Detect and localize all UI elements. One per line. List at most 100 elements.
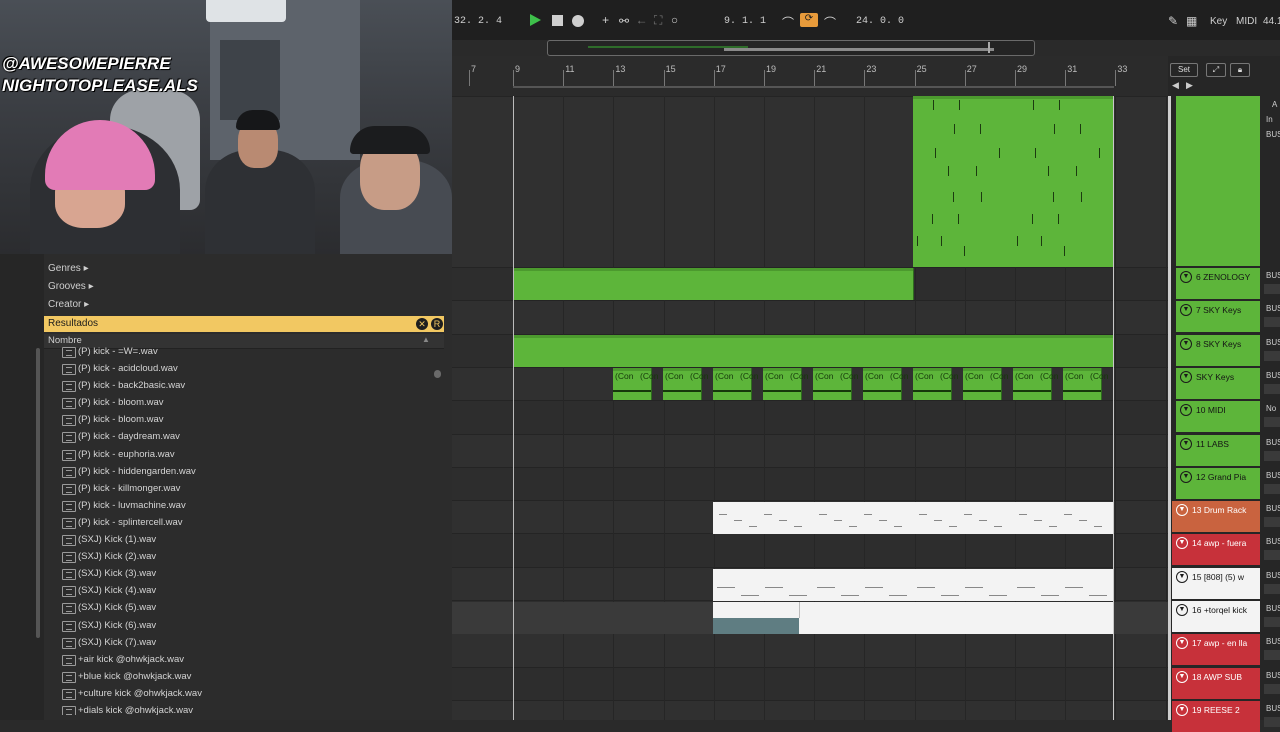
consolidated-clip[interactable]: (Con [638,368,658,400]
link-icon[interactable]: ⚯ [619,14,629,29]
list-item[interactable]: (SXJ) Kick (3).wav [44,565,440,582]
arrangement-view[interactable]: (Con (Con (Con (Con (Con (Con (Con (Con (Con (Con… [452,96,1168,720]
track-lane[interactable] [452,533,1168,568]
fold-icon[interactable]: ▼ [1180,337,1192,350]
list-item[interactable]: (P) kick - back2basic.wav [44,377,440,394]
song-position[interactable]: 32. 2. 4 [454,16,502,27]
consolidated-clip[interactable]: (Con [913,368,939,400]
track-output-label[interactable]: BUS [1266,504,1280,513]
808-clip[interactable] [1013,569,1114,601]
track-header[interactable]: ▼ 13 Drum Rack [1172,501,1260,533]
loop-start[interactable]: 9. 1. 1 [724,16,766,27]
track-output-label[interactable]: BUS [1266,537,1280,546]
track-header[interactable]: ▼ 17 awp - en lla [1172,634,1260,666]
stop-button[interactable] [552,15,563,26]
808-clip[interactable] [713,569,814,601]
scroll-left-icon[interactable]: ◀ [1172,80,1179,91]
list-item[interactable]: +dials kick @ohwkjack.wav [44,702,440,715]
consolidated-clip[interactable]: (Con [838,368,858,400]
track-lane[interactable] [452,366,1168,401]
punch-in-icon[interactable]: ⌒ [782,14,794,31]
punch-out-icon[interactable]: ⌒ [824,14,836,31]
midi-clip[interactable] [813,268,914,300]
fold-icon[interactable]: ▼ [1176,703,1188,716]
list-item[interactable]: (SXJ) Kick (2).wav [44,548,440,565]
fold-icon[interactable]: ▼ [1176,570,1188,583]
browser-category-creator[interactable]: Creator ▸ [48,299,89,310]
audio-clip[interactable] [713,602,800,618]
track-header[interactable]: ▼ SKY Keys [1176,367,1260,399]
fold-icon[interactable]: ▼ [1176,537,1188,550]
consolidated-clip[interactable]: (Con [1088,368,1108,400]
midi-clip[interactable] [513,268,614,300]
track-output-selector[interactable] [1264,450,1280,461]
midi-clip[interactable] [513,335,614,367]
consolidated-clip[interactable]: (Con [713,368,739,400]
loop-length[interactable]: 24. 0. 0 [856,16,904,27]
track-output-label[interactable]: BUS [1266,438,1280,447]
record-button[interactable] [572,15,584,27]
consolidated-clip[interactable]: (Con [763,368,789,400]
track-header[interactable]: ▼ 7 SKY Keys [1176,301,1260,333]
expand-icon[interactable]: ⤢ [1206,63,1226,77]
track-output-label[interactable]: BUS [1266,571,1280,580]
close-icon[interactable]: ✕ [416,318,428,330]
list-item[interactable]: +culture kick @ohwkjack.wav [44,685,440,702]
track-lane[interactable] [452,699,1168,720]
track-header[interactable]: ▼ 11 LABS [1176,434,1260,466]
results-bar[interactable]: Resultados ✕ R [44,316,444,332]
track-header[interactable]: ▼ 16 +torqel kick [1172,601,1260,632]
drum-clip[interactable] [913,502,1014,534]
list-item[interactable]: (P) kick - splintercell.wav [44,514,440,531]
fold-icon[interactable]: ▼ [1180,470,1192,483]
audio-clip[interactable] [913,602,1014,634]
arrangement-overview[interactable] [547,40,1035,56]
audio-clip[interactable] [813,602,914,634]
track-output-label[interactable]: No [1266,404,1276,413]
808-clip[interactable] [913,569,1014,601]
drum-clip[interactable] [713,502,814,534]
track-header[interactable]: ▼ 10 MIDI [1176,401,1260,433]
track-lane[interactable] [452,400,1168,435]
track-io-label[interactable]: BUS [1266,130,1280,139]
track-output-label[interactable]: BUS [1266,471,1280,480]
scroll-right-icon[interactable]: ▶ [1186,80,1193,91]
consolidated-clip[interactable]: (Con [988,368,1008,400]
browser-category-genres[interactable]: Genres ▸ [48,263,89,274]
draw-mode-icon[interactable]: ✎ [1168,14,1178,29]
track-header[interactable]: ▼ 12 Grand Pia [1176,467,1260,499]
list-item[interactable]: (P) kick - bloom.wav [44,394,440,411]
track-output-selector[interactable] [1264,716,1280,727]
list-item[interactable]: (P) kick - hiddengarden.wav [44,463,440,480]
fold-icon[interactable]: ▼ [1180,271,1192,283]
track-output-selector[interactable] [1264,417,1280,428]
track-header[interactable]: ▼ 6 ZENOLOGY [1176,268,1260,299]
list-item[interactable]: (SXJ) Kick (1).wav [44,531,440,548]
consolidated-clip[interactable]: (Con [788,368,808,400]
set-button[interactable]: Set [1170,63,1198,77]
track-lane[interactable] [452,666,1168,701]
consolidated-clip[interactable]: (Con [1038,368,1058,400]
track-output-label[interactable]: BUS [1266,704,1280,713]
loop-brace[interactable] [513,86,1114,88]
track-header[interactable]: ▼ 8 SKY Keys [1176,334,1260,366]
consolidated-clip[interactable]: (Con [938,368,958,400]
track-io-label[interactable]: In [1266,115,1273,124]
midi-clip[interactable] [1013,96,1114,267]
fold-icon[interactable]: ▼ [1176,637,1188,650]
beat-time-ruler[interactable]: 7 9 11 13 15 17 19 21 23 25 27 29 31 33 [452,56,1168,97]
list-item[interactable]: (P) kick - bloom.wav [44,411,440,428]
fold-icon[interactable]: ▼ [1180,304,1192,317]
track-header[interactable]: ▼ 14 awp - fuera [1172,534,1260,566]
midi-map-button[interactable]: MIDI [1236,16,1257,27]
track-lane[interactable] [452,633,1168,667]
track-header[interactable]: ▼ 19 REESE 2 [1172,700,1260,732]
list-item[interactable]: (P) kick - acidcloud.wav [44,360,440,377]
track-output-selector[interactable] [1264,617,1280,627]
midi-clip[interactable] [613,268,714,300]
consolidated-clip[interactable]: (Con [1013,368,1039,400]
consolidated-clip[interactable]: (Con [738,368,758,400]
track-io-label[interactable]: A [1272,100,1277,109]
list-item[interactable]: (P) kick - killmonger.wav [44,480,440,497]
list-item[interactable]: +blue kick @ohwkjack.wav [44,668,440,685]
